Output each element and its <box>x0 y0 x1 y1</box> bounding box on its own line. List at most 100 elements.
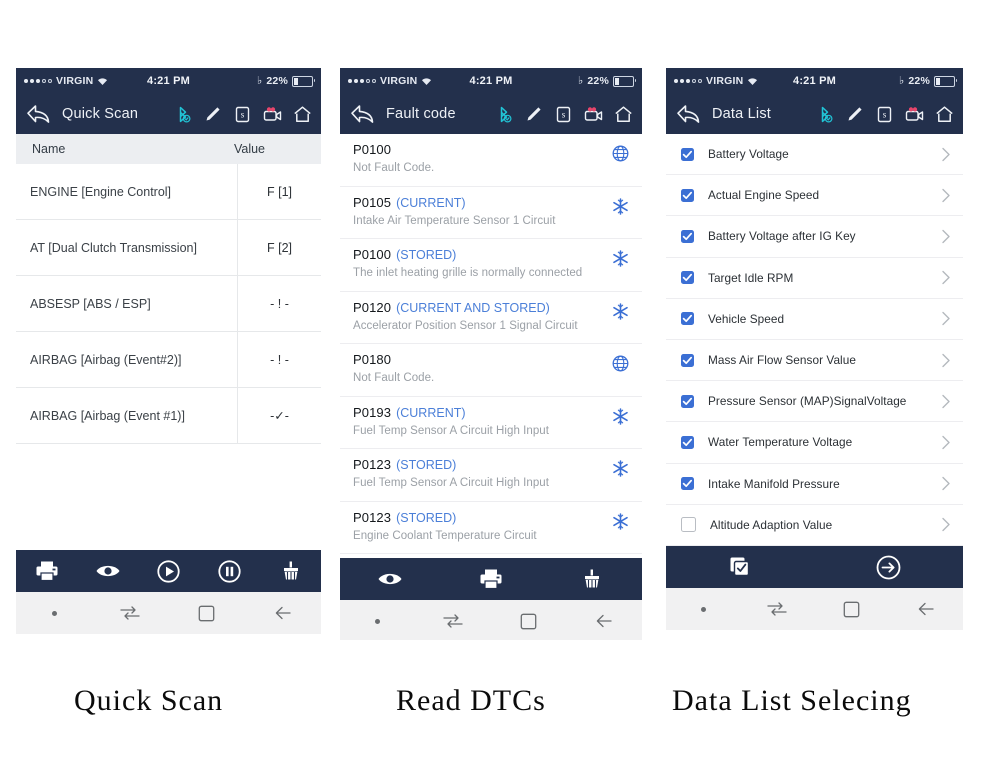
home-icon[interactable] <box>614 105 633 124</box>
table-row[interactable]: ENGINE [Engine Control] F [1] <box>16 164 321 220</box>
square-icon[interactable] <box>491 613 567 630</box>
chevron-right-icon[interactable] <box>941 311 951 326</box>
square-icon[interactable] <box>815 601 889 618</box>
video-camera-icon[interactable] <box>905 105 924 124</box>
dtc-row[interactable]: P0180 Not Fault Code. <box>340 344 642 397</box>
dot-icon[interactable] <box>340 618 416 624</box>
chevron-right-icon[interactable] <box>941 147 951 162</box>
bluetooth-connected-icon[interactable] <box>494 105 513 124</box>
broom-icon[interactable] <box>541 568 642 590</box>
back-arrow-icon[interactable] <box>350 103 375 125</box>
dtc-row[interactable]: P0123 (STORED) Engine Coolant Temperature… <box>340 502 642 554</box>
printer-icon[interactable] <box>16 560 77 582</box>
checkbox-checked[interactable] <box>681 271 694 285</box>
checkbox-checked[interactable] <box>681 435 694 449</box>
back-arrow-icon[interactable] <box>889 600 963 618</box>
chevron-right-icon[interactable] <box>941 435 951 450</box>
table-row[interactable]: AIRBAG [Airbag (Event#2)] - ! - <box>16 332 321 388</box>
dtc-row[interactable]: P0123 (STORED) Fuel Temp Sensor A Circuit… <box>340 449 642 502</box>
play-circle-icon[interactable] <box>138 559 199 583</box>
list-item[interactable]: Battery Voltage <box>666 134 963 176</box>
table-row[interactable]: AT [Dual Clutch Transmission] F [2] <box>16 220 321 276</box>
chevron-right-icon[interactable] <box>941 270 951 285</box>
snowflake-icon[interactable] <box>612 512 629 530</box>
pencil-icon[interactable] <box>845 105 864 124</box>
list-item[interactable]: Mass Air Flow Sensor Value <box>666 340 963 382</box>
table-row[interactable]: ABSESP [ABS / ESP] - ! - <box>16 276 321 332</box>
checkbox-checked[interactable] <box>681 353 694 367</box>
list-item[interactable]: Actual Engine Speed <box>666 175 963 217</box>
printer-icon[interactable] <box>441 568 542 590</box>
checkbox-checked[interactable] <box>681 312 694 326</box>
checkbox-unchecked[interactable] <box>681 517 696 533</box>
chevron-right-icon[interactable] <box>941 476 951 491</box>
back-arrow-icon[interactable] <box>245 604 321 622</box>
dtc-row[interactable]: P0100 Not Fault Code. <box>340 134 642 187</box>
checkbox-checked[interactable] <box>681 147 694 161</box>
square-icon[interactable] <box>169 605 245 622</box>
system-name: AIRBAG [Airbag (Event#2)] <box>30 352 182 367</box>
globe-icon[interactable] <box>612 355 629 372</box>
list-item[interactable]: Battery Voltage after IG Key <box>666 216 963 258</box>
bluetooth-connected-icon[interactable] <box>815 105 834 124</box>
bluetooth-connected-icon[interactable] <box>173 105 192 124</box>
pencil-icon[interactable] <box>524 105 543 124</box>
screenshot-s-icon[interactable]: s <box>875 105 894 124</box>
list-item[interactable]: Intake Manifold Pressure <box>666 464 963 505</box>
switch-icon[interactable] <box>740 601 814 617</box>
list-item[interactable]: Target Idle RPM <box>666 258 963 299</box>
dtc-row[interactable]: P0193 (CURRENT) Fuel Temp Sensor A Circui… <box>340 397 642 449</box>
arrow-right-circle-icon[interactable] <box>815 555 964 580</box>
checkbox-checked[interactable] <box>681 229 694 243</box>
chevron-right-icon[interactable] <box>941 188 951 203</box>
video-camera-icon[interactable] <box>584 105 603 124</box>
eye-icon[interactable] <box>77 562 138 580</box>
home-icon[interactable] <box>293 105 312 124</box>
video-camera-icon[interactable] <box>263 105 282 124</box>
data-item-list: Battery Voltage Actual Engine Speed Batt… <box>666 134 963 546</box>
dtc-row[interactable]: P0100 (STORED) The inlet heating grille i… <box>340 239 642 292</box>
screenshot-s-icon[interactable]: s <box>233 105 252 124</box>
back-arrow-icon[interactable] <box>26 103 51 125</box>
screenshot-s-icon[interactable]: s <box>554 105 573 124</box>
broom-icon[interactable] <box>260 560 321 582</box>
quick-scan-table: Name Value ENGINE [Engine Control] F [1]… <box>16 134 321 550</box>
chevron-right-icon[interactable] <box>941 353 951 368</box>
checkbox-checked[interactable] <box>681 188 694 202</box>
list-item[interactable]: Altitude Adaption Value <box>666 505 963 546</box>
snowflake-icon[interactable] <box>612 250 629 267</box>
caption-quick-scan: Quick Scan <box>74 684 224 717</box>
globe-icon[interactable] <box>612 145 629 162</box>
snowflake-icon[interactable] <box>612 302 629 320</box>
table-row[interactable]: AIRBAG [Airbag (Event #1)] -✓- <box>16 388 321 444</box>
list-item[interactable]: Pressure Sensor (MAP)SignalVoltage <box>666 381 963 423</box>
snowflake-icon[interactable] <box>612 197 629 215</box>
battery-percent-label: 22% <box>908 75 930 87</box>
data-item-label: Battery Voltage after IG Key <box>708 229 856 244</box>
data-item-label: Altitude Adaption Value <box>710 517 833 532</box>
dtc-description: Intake Air Temperature Sensor 1 Circuit <box>353 214 556 227</box>
back-arrow-icon[interactable] <box>676 103 701 125</box>
dot-icon[interactable] <box>16 610 92 616</box>
chevron-right-icon[interactable] <box>941 394 951 409</box>
dot-icon[interactable] <box>666 606 740 612</box>
pause-circle-icon[interactable] <box>199 559 260 583</box>
select-all-icon[interactable] <box>666 555 815 579</box>
dtc-row[interactable]: P0120 (CURRENT AND STORED) Accelerator Po… <box>340 292 642 344</box>
checkbox-checked[interactable] <box>681 394 694 408</box>
list-item[interactable]: Water Temperature Voltage <box>666 422 963 464</box>
pencil-icon[interactable] <box>203 105 222 124</box>
list-item[interactable]: Vehicle Speed <box>666 299 963 340</box>
checkbox-checked[interactable] <box>681 477 694 491</box>
system-name: ENGINE [Engine Control] <box>30 184 172 199</box>
snowflake-icon[interactable] <box>612 460 629 477</box>
chevron-right-icon[interactable] <box>941 229 951 244</box>
snowflake-icon[interactable] <box>612 407 629 425</box>
switch-icon[interactable] <box>92 605 168 621</box>
back-arrow-icon[interactable] <box>567 612 643 630</box>
switch-icon[interactable] <box>416 613 492 629</box>
dtc-row[interactable]: P0105 (CURRENT) Intake Air Temperature Se… <box>340 187 642 239</box>
home-icon[interactable] <box>935 105 954 124</box>
eye-icon[interactable] <box>340 570 441 588</box>
chevron-right-icon[interactable] <box>941 517 951 532</box>
